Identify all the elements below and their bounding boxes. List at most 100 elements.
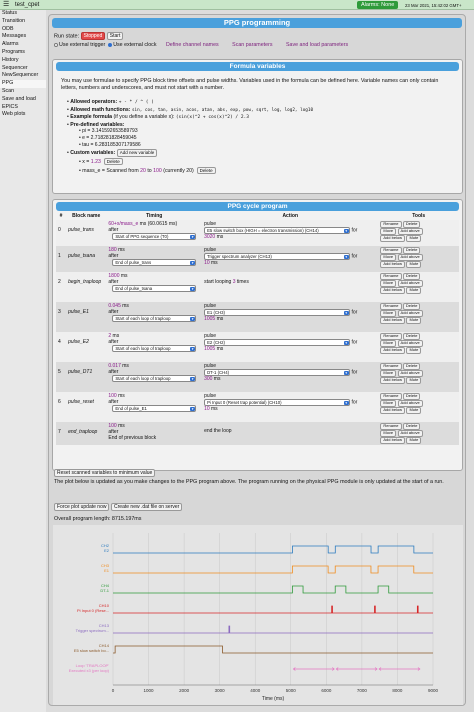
mute-button[interactable]: Mute xyxy=(406,261,422,268)
start-button[interactable]: Start xyxy=(106,32,124,40)
reference-select[interactable]: Start of each loop of traploop ▾ xyxy=(112,345,197,352)
mass-e-from[interactable]: 20 xyxy=(140,168,146,174)
sidebar-item-web-plots[interactable]: Web plots xyxy=(0,111,46,119)
move-button[interactable]: Move xyxy=(380,400,397,407)
channel-select[interactable]: E1 (CH3) ▾ xyxy=(204,309,351,316)
move-button[interactable]: Move xyxy=(380,310,397,317)
mute-button[interactable]: Mute xyxy=(406,317,422,324)
duration-value[interactable]: 10 xyxy=(204,406,210,412)
rename-button[interactable]: Rename xyxy=(380,273,402,280)
channel-select[interactable]: E2 (CH2) ▾ xyxy=(204,339,351,346)
delete-button[interactable]: Delete xyxy=(402,273,421,280)
add-above-button[interactable]: Add above xyxy=(397,340,423,347)
add-below-button[interactable]: Add below xyxy=(380,261,406,268)
duration-value[interactable]: 1005 xyxy=(204,316,215,322)
channel-select[interactable]: DT-1 (CH4) ▾ xyxy=(204,369,351,376)
rename-button[interactable]: Rename xyxy=(380,247,402,254)
channel-select[interactable]: Trigger spectrum analyzer (CH13) ▾ xyxy=(204,253,351,260)
add-below-button[interactable]: Add below xyxy=(380,317,406,324)
sidebar-item-alarms[interactable]: Alarms xyxy=(0,41,46,49)
sidebar-item-status[interactable]: Status xyxy=(0,10,46,18)
add-above-button[interactable]: Add above xyxy=(397,280,423,287)
rename-button[interactable]: Rename xyxy=(380,221,402,228)
scan-parameters-link[interactable]: Scan parameters xyxy=(232,42,272,48)
block-name[interactable]: begin_traploop xyxy=(66,272,107,302)
block-name[interactable]: pulse_reset xyxy=(66,392,107,422)
add-above-button[interactable]: Add above xyxy=(397,430,423,437)
block-name[interactable]: end_traploop xyxy=(66,422,107,446)
sidebar-item-newsequencer[interactable]: NewSequencer xyxy=(0,72,46,80)
move-button[interactable]: Move xyxy=(380,228,397,235)
rename-button[interactable]: Rename xyxy=(380,363,402,370)
sidebar-item-messages[interactable]: Messages xyxy=(0,33,46,41)
reference-select[interactable]: End of pulse_tsana ▾ xyxy=(112,285,197,292)
alarm-status-badge[interactable]: Alarms: None xyxy=(357,1,399,9)
block-name[interactable]: pulse_tsana xyxy=(66,246,107,272)
save-load-link[interactable]: Save and load parameters xyxy=(286,42,348,48)
sidebar-item-sequencer[interactable]: Sequencer xyxy=(0,65,46,73)
mass-e-to[interactable]: 100 xyxy=(153,168,162,174)
move-button[interactable]: Move xyxy=(380,370,397,377)
mute-button[interactable]: Mute xyxy=(406,407,422,414)
block-name[interactable]: pulse_DT1 xyxy=(66,362,107,392)
sidebar-item-programs[interactable]: Programs xyxy=(0,49,46,57)
loop-count[interactable]: 3 xyxy=(233,279,236,285)
add-below-button[interactable]: Add below xyxy=(380,347,406,354)
add-below-button[interactable]: Add below xyxy=(380,377,406,384)
reference-select[interactable]: Start of each loop of traploop ▾ xyxy=(112,375,197,382)
delete-mass-button[interactable]: Delete xyxy=(196,166,216,175)
sidebar-item-scan[interactable]: Scan xyxy=(0,88,46,96)
block-name[interactable]: pulse_E1 xyxy=(66,302,107,332)
delete-x-button[interactable]: Delete xyxy=(103,157,123,166)
reset-scanned-button[interactable]: Reset scanned variables to minimum value xyxy=(54,469,156,477)
sidebar-item-epics[interactable]: EPICS xyxy=(0,104,46,112)
delete-button[interactable]: Delete xyxy=(402,303,421,310)
create-dat-button[interactable]: Create new .dat file on server xyxy=(111,503,183,511)
duration-value[interactable]: 3020 xyxy=(204,234,215,240)
reference-select[interactable]: Start of PPG sequence (T0) ▾ xyxy=(112,233,197,240)
add-below-button[interactable]: Add below xyxy=(380,287,406,294)
x-value[interactable]: 1.23 xyxy=(91,159,101,165)
reference-select[interactable]: End of pulse_E1 ▾ xyxy=(112,405,197,412)
block-name[interactable]: pulse_trans xyxy=(66,220,107,246)
external-clock-radio[interactable] xyxy=(108,42,113,47)
duration-value[interactable]: 1005 xyxy=(204,346,215,352)
duration-value[interactable]: 10 xyxy=(204,260,210,266)
add-below-button[interactable]: Add below xyxy=(380,437,406,444)
delete-button[interactable]: Delete xyxy=(402,423,421,430)
delete-button[interactable]: Delete xyxy=(402,221,421,228)
add-below-button[interactable]: Add below xyxy=(380,407,406,414)
add-below-button[interactable]: Add below xyxy=(380,235,406,242)
rename-button[interactable]: Rename xyxy=(380,333,402,340)
mute-button[interactable]: Mute xyxy=(406,287,422,294)
add-above-button[interactable]: Add above xyxy=(397,400,423,407)
duration-value[interactable]: 300 xyxy=(204,376,212,382)
sidebar-item-transition[interactable]: Transition xyxy=(0,18,46,26)
rename-button[interactable]: Rename xyxy=(380,393,402,400)
move-button[interactable]: Move xyxy=(380,254,397,261)
sidebar-item-odb[interactable]: ODB xyxy=(0,26,46,34)
channel-select[interactable]: Pi Input 0 (Reset trap potential) (CH10)… xyxy=(204,399,351,406)
mute-button[interactable]: Mute xyxy=(406,347,422,354)
add-above-button[interactable]: Add above xyxy=(397,228,423,235)
mute-button[interactable]: Mute xyxy=(406,235,422,242)
sidebar-item-ppg[interactable]: PPG xyxy=(0,80,46,88)
move-button[interactable]: Move xyxy=(380,430,397,437)
mute-button[interactable]: Mute xyxy=(406,437,422,444)
sidebar-item-save-and-load[interactable]: Save and load xyxy=(0,96,46,104)
sidebar-item-history[interactable]: History xyxy=(0,57,46,65)
hamburger-icon[interactable]: ☰ xyxy=(3,1,9,8)
mute-button[interactable]: Mute xyxy=(406,377,422,384)
add-above-button[interactable]: Add above xyxy=(397,254,423,261)
channel-select[interactable]: E5 slow switch box (HIGH = electron tran… xyxy=(204,227,351,234)
add-above-button[interactable]: Add above xyxy=(397,310,423,317)
move-button[interactable]: Move xyxy=(380,340,397,347)
reference-select[interactable]: Start of each loop of traploop ▾ xyxy=(112,315,197,322)
rename-button[interactable]: Rename xyxy=(380,303,402,310)
external-trigger-radio[interactable] xyxy=(54,42,58,47)
add-above-button[interactable]: Add above xyxy=(397,370,423,377)
delete-button[interactable]: Delete xyxy=(402,333,421,340)
add-variable-button[interactable]: Add new variable xyxy=(116,149,158,157)
delete-button[interactable]: Delete xyxy=(402,393,421,400)
delete-button[interactable]: Delete xyxy=(402,363,421,370)
